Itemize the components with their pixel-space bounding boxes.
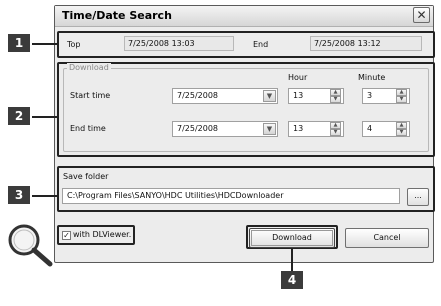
- start-minute-down-arrow[interactable]: ▼: [396, 96, 407, 103]
- save-folder-label: Save folder: [63, 172, 109, 181]
- end-minute-down-arrow[interactable]: ▼: [396, 129, 407, 136]
- end-hour-down-arrow[interactable]: ▼: [330, 129, 341, 136]
- hour-label: Hour: [288, 73, 308, 82]
- top-label: Top: [67, 40, 81, 49]
- browse-folder-button[interactable]: ...: [407, 188, 429, 206]
- cancel-button[interactable]: Cancel: [345, 228, 429, 248]
- callout-connector-2: [32, 116, 57, 118]
- callout-badge-4: 4: [281, 271, 303, 289]
- callout-connector-3: [32, 195, 57, 197]
- start-date-dropdown-arrow[interactable]: ▼: [263, 90, 276, 102]
- callout-badge-3: 3: [8, 186, 30, 204]
- download-group-label: Download: [67, 63, 111, 73]
- end-value: 7/25/2008 13:12: [310, 36, 422, 51]
- close-button[interactable]: ✕: [413, 7, 430, 23]
- callout-connector-4: [291, 249, 293, 271]
- dlviewer-checkbox[interactable]: ✓: [62, 231, 71, 240]
- end-date-dropdown-arrow[interactable]: ▼: [263, 123, 276, 135]
- end-time-label: End time: [70, 124, 106, 133]
- end-label: End: [253, 40, 269, 49]
- end-minute-up-arrow[interactable]: ▲: [396, 122, 407, 129]
- dlviewer-label: with DLViewer.: [73, 230, 132, 239]
- callout-badge-2: 2: [8, 107, 30, 125]
- callout-connector-1: [32, 43, 57, 45]
- callout-badge-1: 1: [8, 34, 30, 52]
- top-value: 7/25/2008 13:03: [124, 36, 234, 51]
- window-title: Time/Date Search: [62, 9, 172, 22]
- start-minute-up-arrow[interactable]: ▲: [396, 89, 407, 96]
- save-folder-path-input[interactable]: C:\Program Files\SANYO\HDC Utilities\HDC…: [62, 188, 400, 204]
- start-hour-down-arrow[interactable]: ▼: [330, 96, 341, 103]
- magnifier-icon: [8, 224, 53, 267]
- download-button[interactable]: Download: [249, 228, 335, 248]
- minute-label: Minute: [358, 73, 386, 82]
- start-time-label: Start time: [70, 91, 111, 100]
- end-hour-up-arrow[interactable]: ▲: [330, 122, 341, 129]
- start-hour-up-arrow[interactable]: ▲: [330, 89, 341, 96]
